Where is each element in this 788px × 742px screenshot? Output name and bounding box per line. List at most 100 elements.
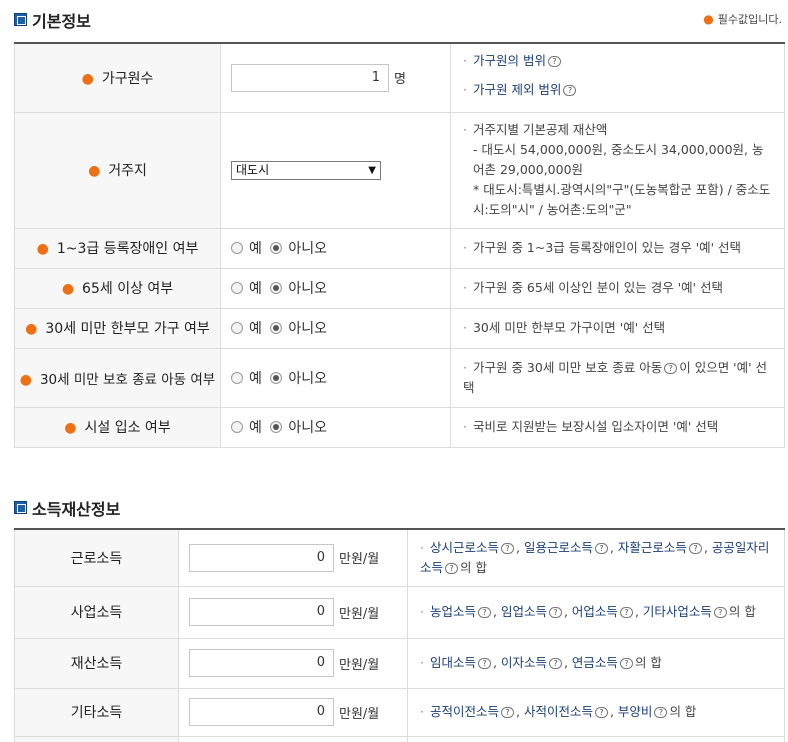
question-bubble-icon[interactable]: ?	[664, 362, 678, 374]
no-radio[interactable]	[270, 421, 283, 433]
yes-label: 예	[249, 321, 262, 337]
household-exclusion-link[interactable]: 가구원 제외 범위	[473, 82, 561, 97]
question-label-text: 1~3급 등록장애인 여부	[56, 241, 199, 257]
income-row: 기타소득 0 만원/월 · 공적이전소득?, 사적이전소득?, 부양비? 의 합	[14, 687, 785, 737]
income-amount-input[interactable]: 0	[189, 649, 334, 677]
income-amount-input[interactable]: 0	[189, 598, 334, 626]
income-item-link[interactable]: 일용근로소득	[524, 540, 593, 555]
yes-label: 예	[249, 420, 262, 436]
question-bubble-icon[interactable]: ?	[501, 542, 514, 554]
orange-dot-icon: ●	[703, 12, 714, 26]
yes-radio[interactable]	[231, 371, 243, 384]
question-desc: · 국비로 지원받는 보장시설 입소자이면 '예' 선택	[450, 406, 785, 448]
household-range-link[interactable]: 가구원의 범위	[473, 53, 546, 68]
income-amount-input[interactable]: 0	[189, 698, 334, 726]
required-dot-icon: ●	[81, 70, 94, 87]
residence-desc-amounts: - 대도시 54,000,000원, 중소도시 34,000,000원, 농어촌…	[473, 142, 764, 177]
question-row: ● 30세 미만 한부모 가구 여부 예 아니오 · 30세 미만 한부모 가구이면…	[14, 307, 785, 349]
income-suffix: 의 합	[728, 604, 756, 619]
required-note: ● 필수값입니다.	[703, 11, 782, 27]
no-radio[interactable]	[270, 322, 283, 334]
question-radio-group: 예 아니오	[220, 347, 451, 408]
yes-label: 예	[249, 281, 262, 297]
question-bubble-icon[interactable]: ?	[619, 607, 633, 618]
question-bubble-icon[interactable]: ?	[547, 56, 561, 68]
question-row: ● 30세 미만 보호 종료 아동 여부 예 아니오 · 가구원 중 30세 미만 …	[14, 347, 785, 408]
question-label-text: 시설 입소 여부	[84, 420, 171, 436]
question-bubble-icon[interactable]: ?	[688, 542, 702, 554]
required-dot-icon: ●	[64, 420, 77, 436]
income-item-link[interactable]: 연금소득	[572, 655, 618, 670]
basic-info-header: 기본정보 ● 필수값입니다.	[14, 8, 784, 36]
yes-radio[interactable]	[231, 322, 243, 334]
required-dot-icon: ●	[88, 163, 101, 179]
residence-row: ● 거주지 대도시 ▼ · 거주지별 기본공제 재산액 - 대도시 54,000,00…	[14, 111, 785, 229]
income-item-link[interactable]: 기타사업소득	[643, 604, 712, 619]
question-bubble-icon[interactable]: ?	[594, 542, 608, 554]
income-item-link[interactable]: 자활근로소득	[618, 540, 687, 555]
question-bubble-icon[interactable]: ?	[619, 658, 633, 669]
income-label: 기타소득	[14, 687, 179, 737]
required-dot-icon: ●	[61, 281, 75, 297]
question-bubble-icon[interactable]: ?	[501, 707, 514, 718]
income-label: 근로소득	[14, 528, 179, 587]
income-suffix: 의 합	[669, 704, 697, 719]
income-item-link[interactable]: 농업소득	[430, 604, 476, 619]
residence-label: ● 거주지	[14, 111, 221, 229]
question-bubble-icon[interactable]: ?	[563, 85, 577, 97]
question-bubble-icon[interactable]: ?	[445, 562, 459, 574]
question-bubble-icon[interactable]: ?	[654, 707, 668, 718]
no-label: 아니오	[288, 420, 327, 436]
question-label-text: 30세 미만 한부모 가구 여부	[45, 321, 210, 337]
yes-radio[interactable]	[231, 421, 243, 433]
income-item-link[interactable]: 임대소득	[430, 655, 476, 670]
income-input-cell: 0 만원/월	[178, 528, 408, 587]
question-desc-text: 국비로 지원받는 보장시설 입소자이면 '예' 선택	[472, 419, 719, 434]
income-item-link[interactable]: 공적이전소득	[430, 704, 499, 719]
square-bullet-icon	[14, 13, 27, 26]
question-bubble-icon[interactable]: ?	[594, 707, 608, 718]
income-desc: · 임대소득?, 이자소득?, 연금소득? 의 합	[407, 637, 785, 689]
question-label: ● 1~3급 등록장애인 여부	[14, 227, 221, 269]
income-amount-input[interactable]: 0	[189, 543, 334, 572]
income-input-cell: 0 만원/월	[178, 585, 408, 639]
income-input-cell: 0 만원/월	[178, 687, 408, 737]
yes-radio[interactable]	[231, 282, 243, 294]
household-count-input[interactable]: 1	[231, 63, 389, 92]
household-desc: · 가구원의 범위? · 가구원 제외 범위?	[450, 42, 785, 113]
income-item-link[interactable]: 상시근로소득	[430, 540, 499, 555]
residence-select[interactable]: 대도시 ▼	[231, 160, 381, 180]
income-item-link[interactable]: 이자소득	[501, 655, 547, 670]
question-row: ● 1~3급 등록장애인 여부 예 아니오 · 가구원 중 1~3급 등록장애인이 …	[14, 227, 785, 269]
required-dot-icon: ●	[36, 241, 49, 257]
required-dot-icon: ●	[19, 371, 32, 388]
no-radio[interactable]	[270, 282, 283, 294]
income-item-link[interactable]: 부양비	[618, 704, 653, 719]
income-label-empty	[14, 735, 179, 742]
question-bubble-icon[interactable]: ?	[478, 607, 491, 618]
no-radio[interactable]	[270, 371, 283, 384]
income-item-link[interactable]: 임업소득	[501, 604, 547, 619]
question-bubble-icon[interactable]: ?	[548, 658, 562, 669]
income-unit: 만원/월	[339, 657, 380, 673]
income-row: 재산소득 0 만원/월 · 임대소득?, 이자소득?, 연금소득? 의 합	[14, 637, 785, 689]
question-bubble-icon[interactable]: ?	[478, 658, 491, 669]
question-bubble-icon[interactable]: ?	[713, 607, 727, 618]
question-label: ● 30세 미만 한부모 가구 여부	[14, 307, 221, 349]
question-desc-text: 가구원 중 65세 이상인 분이 있는 경우 '예' 선택	[472, 280, 724, 295]
income-item-link[interactable]: 사적이전소득	[524, 704, 593, 719]
question-desc: · 가구원 중 1~3급 등록장애인이 있는 경우 '예' 선택	[450, 227, 785, 269]
household-unit: 명	[394, 72, 406, 88]
square-bullet-icon	[14, 501, 27, 514]
income-unit: 만원/월	[339, 552, 380, 568]
question-bubble-icon[interactable]: ?	[548, 607, 562, 618]
question-desc: · 가구원 중 30세 미만 보호 종료 아동? 이 있으면 '예' 선택	[450, 347, 785, 408]
income-desc: · 상시근로소득?, 일용근로소득?, 자활근로소득?, 공공일자리소득? 의 합	[407, 528, 785, 587]
no-radio[interactable]	[270, 242, 283, 254]
income-item-link[interactable]: 어업소득	[572, 604, 618, 619]
question-label-text: 65세 이상 여부	[82, 281, 174, 297]
residence-input-cell: 대도시 ▼	[220, 111, 451, 229]
yes-radio[interactable]	[231, 242, 243, 254]
dropdown-arrow-icon: ▼	[368, 164, 376, 176]
question-radio-group: 예 아니오	[220, 227, 451, 269]
